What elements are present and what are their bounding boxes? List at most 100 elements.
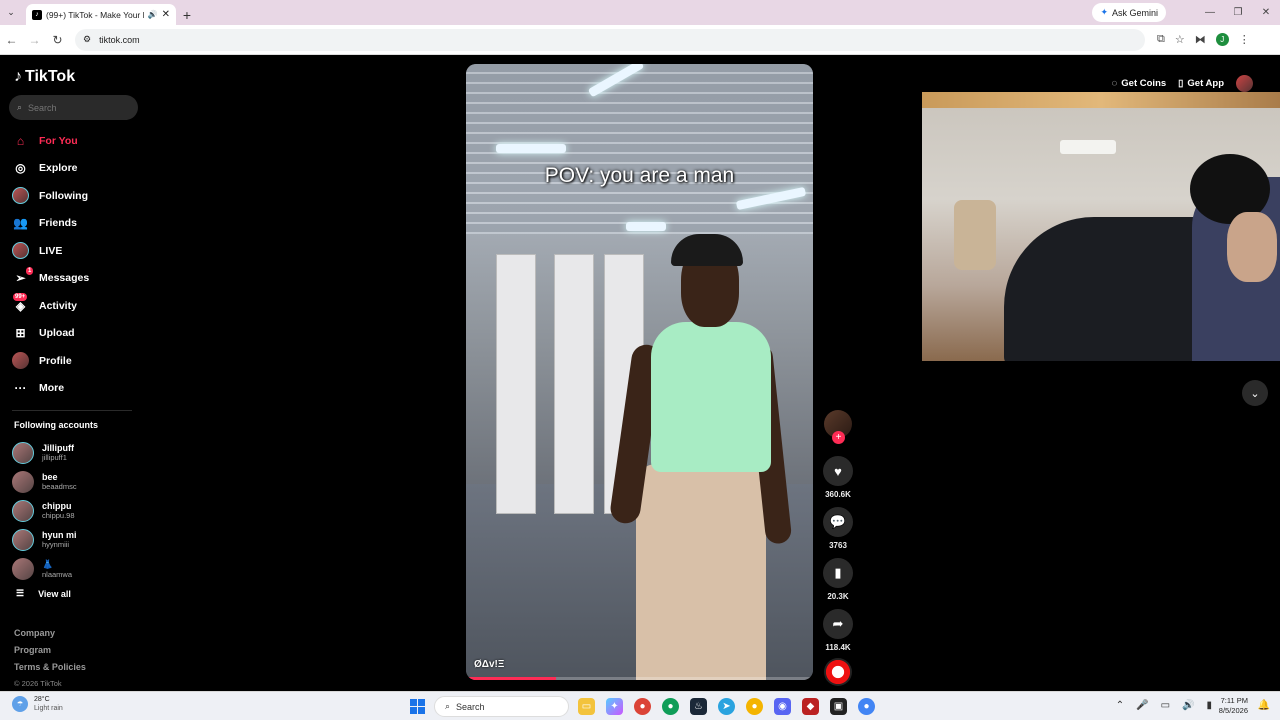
discord-icon[interactable]: ◉ <box>774 698 791 715</box>
follow-plus-icon[interactable]: + <box>832 431 845 444</box>
minimize-icon[interactable]: — <box>1196 0 1224 25</box>
following-accounts-list: Jillipuff jillipuff1 bee beaadmsc chippu ch… <box>12 438 77 583</box>
sidebar-item-more[interactable]: ··· More <box>12 375 89 403</box>
sidebar-item-following[interactable]: Following <box>12 182 89 210</box>
chrome-icon[interactable]: ● <box>634 698 651 715</box>
footer-copyright: © 2026 TikTok <box>14 679 62 688</box>
avatar <box>12 528 34 551</box>
sidebar-item-label: Following <box>39 189 88 202</box>
site-info-icon[interactable]: ⚙ <box>83 34 91 45</box>
microphone-icon[interactable]: 🎤 <box>1136 700 1148 711</box>
clock-time: 7:11 PM <box>1220 696 1248 705</box>
account-item[interactable]: chippu chippu.98 <box>12 496 77 525</box>
next-video-chevron-icon[interactable]: ⌄ <box>1242 380 1268 406</box>
comment-icon[interactable]: 💬 <box>823 507 853 537</box>
sidebar-item-explore[interactable]: ◎ Explore <box>12 155 89 183</box>
view-all-button[interactable]: ☰ View all <box>16 588 71 599</box>
volume-icon[interactable]: 🔊 <box>1182 700 1194 711</box>
creator-avatar[interactable]: + <box>824 410 852 444</box>
speaker-icon[interactable]: 🔊 <box>148 10 158 19</box>
battery-icon[interactable]: ▮ <box>1206 700 1212 711</box>
like-count: 360.6K <box>825 490 851 499</box>
browser-tab-tiktok[interactable]: ♪ (99+) TikTok - Make Your Da... 🔊 ✕ <box>26 4 176 25</box>
footer-company-link[interactable]: Company <box>14 628 86 645</box>
chrome-icon[interactable]: ● <box>858 698 875 715</box>
close-tab-icon[interactable]: ✕ <box>162 9 170 20</box>
sidebar-item-label: LIVE <box>39 244 63 257</box>
extensions-icon[interactable]: ⧓ <box>1195 33 1206 46</box>
search-input[interactable] <box>28 102 119 113</box>
tiktok-favicon-icon: ♪ <box>32 9 42 20</box>
chevron-up-icon[interactable]: ⌃ <box>1116 700 1124 711</box>
sidebar-item-profile[interactable]: Profile <box>12 347 89 375</box>
friends-icon: 👥 <box>13 216 28 231</box>
new-tab-button[interactable]: + <box>176 4 198 25</box>
display-icon[interactable]: ▭ <box>1161 700 1170 711</box>
sidebar-item-messages[interactable]: ➢ 1 Messages <box>12 265 89 293</box>
account-item[interactable]: Jillipuff jillipuff1 <box>12 438 77 467</box>
sidebar-item-for-you[interactable]: ⌂ For You <box>12 127 89 155</box>
sidebar-item-live[interactable]: LIVE <box>12 237 89 265</box>
search-box[interactable]: ⌕ <box>9 95 138 120</box>
account-item[interactable]: 👗 nlaamwa <box>12 554 77 583</box>
browser-menu-icon[interactable]: ⋮ <box>1239 33 1250 46</box>
maximize-icon[interactable]: ❐ <box>1224 0 1252 25</box>
footer-program-link[interactable]: Program <box>14 645 86 662</box>
steam-icon[interactable]: ♨ <box>690 698 707 715</box>
file-explorer-icon[interactable]: ▭ <box>578 698 595 715</box>
weather-condition: Light rain <box>34 705 63 712</box>
telegram-icon[interactable]: ➤ <box>718 698 735 715</box>
browser-profile-avatar[interactable]: J <box>1215 33 1229 46</box>
music-disc-icon[interactable] <box>824 658 852 686</box>
video-caption[interactable]: ØΔv!Ξ <box>474 659 504 670</box>
chrome-icon[interactable]: ● <box>746 698 763 715</box>
sidebar-item-label: Profile <box>39 354 72 367</box>
forward-icon[interactable]: → <box>23 25 46 55</box>
more-dots-icon: ··· <box>14 381 27 396</box>
share-action[interactable]: ➦ 118.4K <box>823 609 853 652</box>
view-all-label: View all <box>38 588 71 599</box>
account-handle: beaadmsc <box>42 482 77 491</box>
windows-start-icon[interactable] <box>410 699 425 714</box>
tiktok-logo[interactable]: ♪ TikTok <box>14 68 75 86</box>
heart-icon[interactable]: ♥ <box>823 456 853 486</box>
get-coins-button[interactable]: ◌ Get Coins <box>1112 78 1167 89</box>
avatar <box>12 557 34 580</box>
account-item[interactable]: hyun mi hyynmiii <box>12 525 77 554</box>
footer-terms-link[interactable]: Terms & Policies <box>14 662 86 679</box>
like-action[interactable]: ♥ 360.6K <box>823 456 853 499</box>
sidebar-item-upload[interactable]: ⊞ Upload <box>12 320 89 348</box>
weather-widget[interactable]: ☂ 28°C Light rain <box>12 695 63 713</box>
video-person-shirt <box>651 322 771 472</box>
bookmark-icon[interactable]: ▮ <box>823 558 853 588</box>
close-window-icon[interactable]: ✕ <box>1252 0 1280 25</box>
taskbar-search[interactable]: ⌕ Search <box>434 696 569 717</box>
reload-icon[interactable]: ↻ <box>46 25 69 55</box>
comment-action[interactable]: 💬 3763 <box>823 507 853 550</box>
back-icon[interactable]: ← <box>0 25 23 55</box>
following-accounts-title: Following accounts <box>14 420 99 430</box>
video-player[interactable]: POV: you are a man ØΔv!Ξ <box>466 64 813 680</box>
terminal-icon[interactable]: ▣ <box>830 698 847 715</box>
taskbar-clock[interactable]: 7:11 PM 8/5/2026 <box>1219 696 1248 716</box>
chrome-icon[interactable]: ● <box>662 698 679 715</box>
video-progress-bar[interactable] <box>466 677 813 680</box>
taskbar-apps: ▭ ✦ ● ● ♨ ➤ ● ◉ ◆ ▣ ● <box>578 698 875 715</box>
sidebar-item-activity[interactable]: ◈ 99+ Activity <box>12 292 89 320</box>
save-action[interactable]: ▮ 20.3K <box>823 558 853 601</box>
omnibox[interactable]: ⚙ tiktok.com <box>75 28 1145 51</box>
notification-bell-icon[interactable]: 🔔 <box>1258 700 1270 711</box>
get-app-button[interactable]: ▯ Get App <box>1178 78 1224 89</box>
bookmark-star-icon[interactable]: ☆ <box>1175 33 1185 46</box>
cam-person-face <box>1227 212 1277 282</box>
sidebar-item-friends[interactable]: 👥 Friends <box>12 210 89 238</box>
user-avatar[interactable] <box>1236 75 1253 92</box>
sidebar-item-label: Messages <box>39 272 90 285</box>
share-arrow-icon[interactable]: ➦ <box>823 609 853 639</box>
account-item[interactable]: bee beaadmsc <box>12 467 77 496</box>
tab-search-menu-icon[interactable]: ⌄ <box>0 0 22 25</box>
ask-gemini-button[interactable]: ✦ Ask Gemini <box>1092 3 1166 22</box>
install-app-icon[interactable]: ⧉ <box>1157 33 1165 46</box>
copilot-icon[interactable]: ✦ <box>606 698 623 715</box>
app-icon[interactable]: ◆ <box>802 698 819 715</box>
